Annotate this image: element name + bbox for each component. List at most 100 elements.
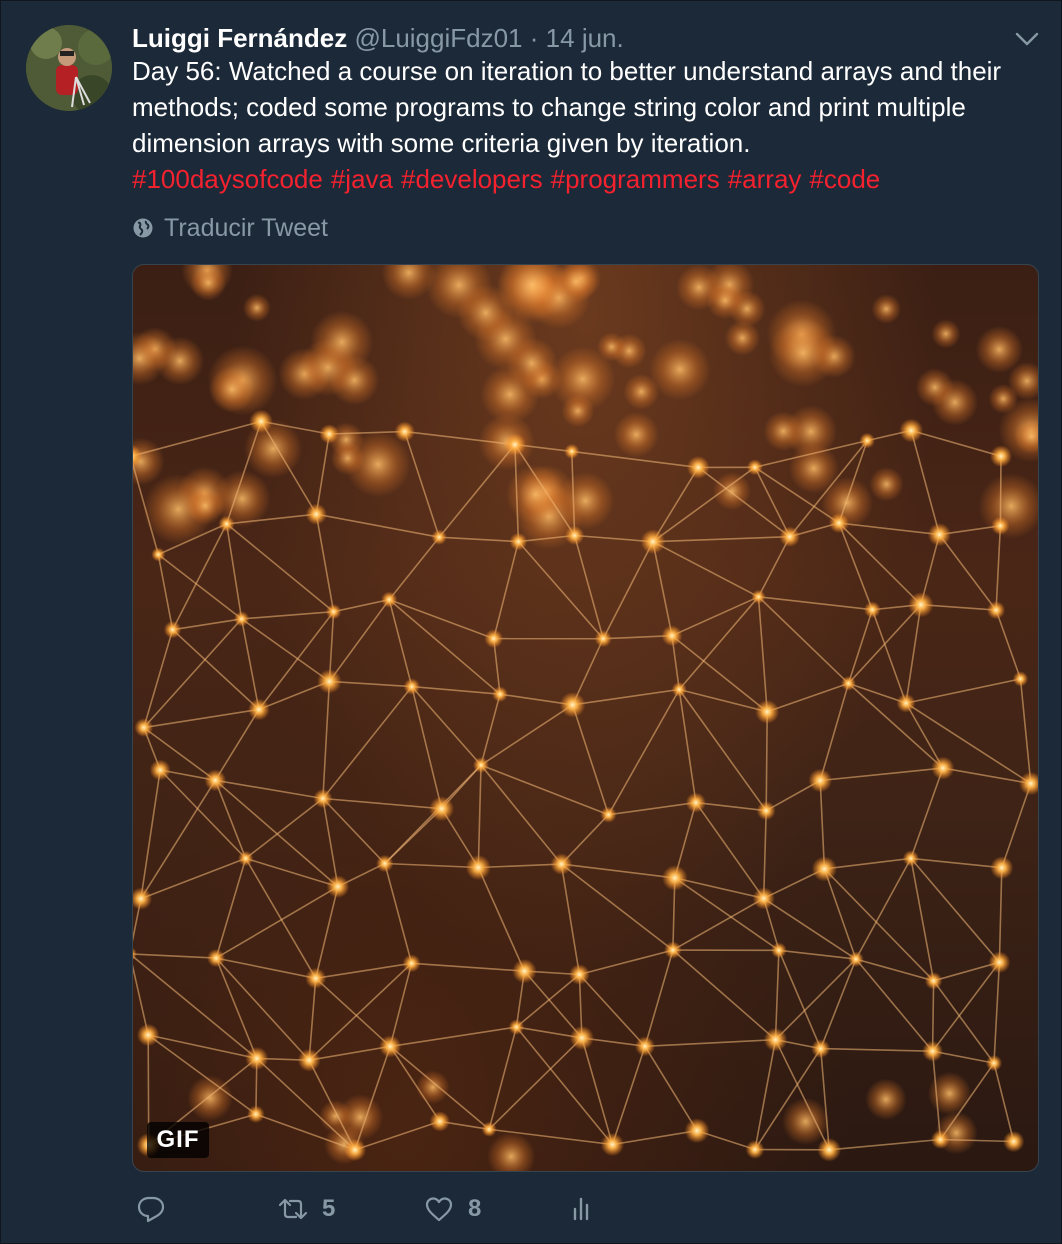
network-node <box>343 1138 367 1162</box>
network-node <box>569 964 590 985</box>
bokeh-light <box>865 1078 907 1121</box>
translate-tweet-link[interactable]: Traducir Tweet <box>132 211 328 245</box>
network-node <box>402 954 421 973</box>
network-link <box>678 689 697 803</box>
reply-button[interactable] <box>136 1187 166 1231</box>
network-link <box>133 964 149 1036</box>
network-link <box>847 609 874 684</box>
network-link <box>819 958 857 1049</box>
network-node <box>779 526 800 547</box>
network-node <box>509 532 528 551</box>
network-node <box>988 951 1011 974</box>
chevron-down-icon[interactable] <box>1013 27 1041 51</box>
network-node <box>908 592 934 618</box>
network-link <box>995 609 1022 680</box>
network-node <box>233 611 250 627</box>
bokeh-light <box>676 265 722 311</box>
network-link <box>838 522 922 606</box>
network-node <box>899 418 924 443</box>
avatar[interactable] <box>26 25 112 111</box>
network-link <box>384 862 479 869</box>
network-link <box>611 1046 646 1145</box>
network-link <box>388 598 501 695</box>
network-link <box>608 801 697 816</box>
network-link <box>766 682 849 713</box>
network-link <box>871 609 907 704</box>
network-link <box>1001 783 1032 868</box>
network-link <box>492 541 520 639</box>
network-node <box>671 682 687 697</box>
network-node <box>559 692 586 718</box>
network-link <box>905 678 1021 704</box>
network-link <box>477 867 526 972</box>
network-node <box>492 686 508 703</box>
gif-media[interactable] <box>132 264 1039 1172</box>
network-link <box>695 802 765 899</box>
hashtag-link[interactable]: #code <box>809 164 880 194</box>
network-link <box>995 525 1002 611</box>
bokeh-light <box>345 431 412 498</box>
network-link <box>322 797 442 810</box>
network-link <box>143 618 243 729</box>
hashtag-link[interactable]: #array <box>728 164 802 194</box>
network-node <box>313 788 333 809</box>
network-node <box>685 792 707 813</box>
network-link <box>754 466 791 538</box>
network-link <box>820 767 943 782</box>
network-node <box>207 949 226 968</box>
network-node <box>817 1137 842 1162</box>
network-link <box>384 863 413 964</box>
network-link <box>329 680 412 688</box>
network-link <box>938 534 997 611</box>
network-node <box>985 1055 1003 1072</box>
network-node <box>204 769 227 792</box>
network-link <box>140 857 246 900</box>
network-node <box>1012 671 1029 687</box>
network-node <box>326 875 350 898</box>
analytics-icon <box>573 1197 589 1221</box>
network-link <box>215 957 258 1059</box>
network-link <box>389 963 413 1047</box>
author-handle[interactable]: @LuiggiFdz01 <box>354 23 522 53</box>
hashtag-link[interactable]: #programmers <box>551 164 720 194</box>
network-node <box>512 958 537 984</box>
network-node <box>640 529 666 555</box>
network-node <box>503 433 526 456</box>
analytics-button[interactable] <box>568 1187 598 1231</box>
network-link <box>758 596 873 611</box>
network-link <box>823 868 857 960</box>
bokeh-light <box>310 310 374 374</box>
network-node <box>151 547 166 562</box>
hashtag-link[interactable]: #developers <box>401 164 543 194</box>
author-name[interactable]: Luiggi Fernández <box>132 23 347 53</box>
retweet-button[interactable]: 5 <box>278 1187 335 1231</box>
network-link <box>993 962 1001 1064</box>
network-node <box>600 1132 625 1157</box>
retweet-count: 5 <box>322 1195 336 1222</box>
network-link <box>225 523 243 620</box>
network-node <box>473 757 489 774</box>
tweet-date[interactable]: 14 jun. <box>546 23 624 53</box>
network-node <box>924 972 943 990</box>
network-node <box>594 630 612 648</box>
network-node <box>763 1027 788 1052</box>
network-link <box>910 857 1002 869</box>
network-link <box>1019 678 1032 784</box>
bokeh-light <box>781 1097 830 1146</box>
like-button[interactable]: 8 <box>424 1187 481 1231</box>
network-link <box>905 702 1032 785</box>
network-node <box>848 951 864 967</box>
network-node <box>664 941 682 959</box>
network-node <box>811 856 838 882</box>
hashtag-link[interactable]: #100daysofcode <box>132 164 323 194</box>
network-link <box>678 596 760 691</box>
network-node <box>863 601 881 619</box>
hashtag-link[interactable]: #java <box>331 164 393 194</box>
network-link <box>143 629 174 728</box>
network-node <box>403 678 421 695</box>
bokeh-light <box>931 379 979 426</box>
tweet-card[interactable]: Luiggi Fernández @LuiggiFdz01 · 14 jun. … <box>0 0 1062 1244</box>
network-link <box>560 863 674 951</box>
network-link <box>579 949 674 976</box>
network-node <box>902 850 920 867</box>
